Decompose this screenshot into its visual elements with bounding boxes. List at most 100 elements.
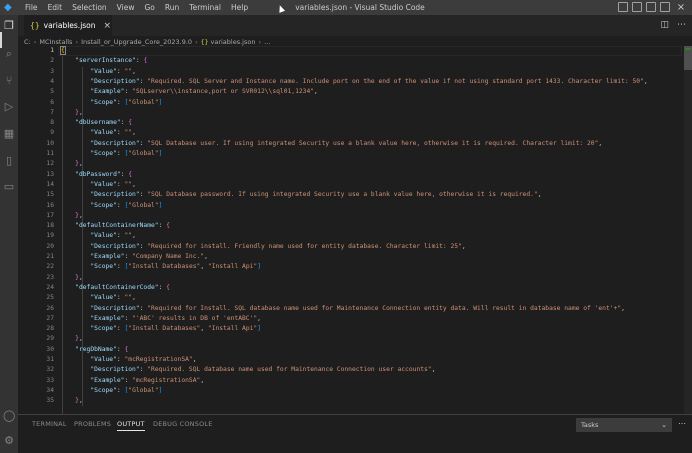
customize-layout-icon[interactable] — [660, 2, 670, 12]
code-line[interactable]: "serverInstance": { — [60, 56, 147, 66]
code-line[interactable]: "Scope": ["Install Databases", "Install … — [60, 324, 261, 334]
code-line[interactable]: "Description": "Required for install. Fr… — [60, 242, 466, 252]
settings-gear-icon[interactable]: ⚙ — [3, 435, 15, 447]
code-line[interactable]: "Scope": ["Global"] — [60, 98, 162, 108]
code-line[interactable]: "Value": "", — [60, 180, 136, 190]
code-line[interactable]: "Description": "SQL Database user. If us… — [60, 139, 602, 149]
extensions-icon[interactable]: ▦ — [3, 128, 15, 140]
punctuation: : — [124, 253, 133, 260]
menu-edit[interactable]: Edit — [43, 0, 68, 15]
punctuation: , — [461, 242, 466, 250]
code-line[interactable]: "Example": "'ABC' results in DB of 'entA… — [60, 314, 261, 324]
output-channel-value: Tasks — [581, 421, 599, 429]
code-line[interactable]: "Description": "SQL Database password. I… — [60, 190, 541, 200]
code-line[interactable]: "dbPassword": { — [60, 170, 132, 180]
bookmark-icon[interactable]: ▯ — [3, 155, 15, 167]
punctuation: , — [192, 356, 197, 363]
code-line[interactable]: }, — [60, 396, 83, 406]
tab-close-icon[interactable]: × — [104, 21, 112, 31]
line-number: 9 — [50, 129, 54, 137]
split-editor-icon[interactable]: ◫ — [660, 20, 669, 30]
punctuation: , — [598, 139, 603, 147]
json-key: "Example" — [90, 88, 125, 96]
code-editor[interactable]: 1 2 3 4 5 6 7 8 9 10 11 12 13 14 15 16 17 18 19 20 21 22 23 24 2… — [18, 46, 692, 414]
tab-variables-json[interactable]: {} variables.json × — [24, 15, 112, 36]
code-line[interactable]: "dbUsername": { — [60, 118, 132, 128]
punctuation: , — [132, 129, 136, 137]
code-line[interactable]: "defaultContainerCode": { — [60, 283, 170, 293]
line-number: 10 — [46, 139, 54, 147]
code-line[interactable]: "Description": "Required for Install. SQ… — [60, 304, 625, 314]
panel-more-icon[interactable]: ⋯ — [678, 419, 686, 428]
explorer-icon[interactable]: ❐ — [3, 20, 15, 32]
code-line[interactable]: "Description": "Required. SQL database n… — [60, 365, 435, 375]
code-line[interactable]: { — [60, 46, 66, 56]
code-line[interactable]: "Scope": ["Global"] — [60, 149, 162, 159]
panel-tab-output[interactable]: OUTPUT — [117, 420, 145, 431]
vertical-scrollbar[interactable] — [684, 46, 692, 414]
output-channel-select[interactable]: Tasks ⌄ — [576, 418, 672, 432]
code-line[interactable]: "Example": "SQLserver\\instance,port or … — [60, 87, 318, 97]
code-line[interactable]: "Scope": ["Global"] — [60, 386, 162, 396]
code-line[interactable]: "Value": "", — [60, 231, 136, 241]
breadcrumb-folder-install[interactable]: Install_or_Upgrade_Core_2023.9.0 — [81, 38, 192, 46]
code-line[interactable]: }, — [60, 159, 83, 169]
panel-tab-terminal[interactable]: TERMINAL — [32, 420, 67, 428]
toggle-panel-icon[interactable] — [632, 2, 642, 12]
code-line[interactable]: "Scope": ["Global"] — [60, 201, 162, 211]
breadcrumb-drive[interactable]: C: — [24, 38, 31, 46]
toggle-secondary-sidebar-icon[interactable] — [646, 2, 656, 12]
code-line[interactable]: "Value": "", — [60, 293, 136, 303]
json-key: "Example" — [90, 314, 125, 322]
close-bracket: ] — [158, 386, 163, 394]
punctuation: , — [78, 335, 83, 343]
json-string-value: "Install Api" — [207, 325, 258, 333]
punctuation: , — [132, 180, 136, 188]
window-close-icon[interactable]: × — [674, 0, 688, 15]
account-icon[interactable]: ◯ — [3, 410, 15, 422]
menu-file[interactable]: File — [20, 0, 43, 15]
code-line[interactable]: }, — [60, 334, 83, 344]
panel-tab-debug-console[interactable]: DEBUG CONSOLE — [153, 420, 213, 428]
code-line[interactable]: }, — [60, 211, 83, 221]
source-control-icon[interactable]: ⑂ — [3, 75, 15, 87]
code-content[interactable]: { "serverInstance": { "Value": "", "Desc… — [60, 46, 692, 414]
search-icon[interactable]: ⌕ — [3, 48, 15, 60]
code-line[interactable]: }, — [60, 108, 83, 118]
json-key: "Value" — [90, 356, 117, 363]
code-line[interactable]: "Value": "", — [60, 67, 136, 77]
code-line[interactable]: "Example": "Company Name Inc.", — [60, 252, 208, 262]
json-string-value: "Required. SQL Server and Instance name.… — [147, 77, 644, 85]
run-debug-icon[interactable]: ▷ — [3, 101, 15, 113]
code-line[interactable]: "Scope": ["Install Databases", "Install … — [60, 262, 261, 272]
panel-tab-problems[interactable]: PROBLEMS — [74, 420, 111, 428]
menu-view[interactable]: View — [112, 0, 140, 15]
menu-selection[interactable]: Selection — [67, 0, 112, 15]
code-line[interactable]: "Value": "mcRegistrationSA", — [60, 355, 197, 365]
line-number: 7 — [50, 108, 54, 116]
menu-terminal[interactable]: Terminal — [184, 0, 226, 15]
code-line[interactable]: "Value": "", — [60, 128, 136, 138]
remote-explorer-icon[interactable]: ▭ — [3, 181, 15, 193]
bottom-panel: TERMINAL PROBLEMS OUTPUT DEBUG CONSOLE T… — [18, 414, 692, 453]
json-key: "Scope" — [90, 150, 117, 157]
menu-run[interactable]: Run — [160, 0, 184, 15]
code-line[interactable]: "regDbName": { — [60, 345, 128, 355]
line-number: 20 — [46, 242, 54, 250]
punctuation: , — [200, 376, 205, 384]
code-line[interactable]: }, — [60, 273, 83, 283]
toggle-sidebar-icon[interactable] — [618, 2, 628, 12]
breadcrumb-file[interactable]: variables.json — [211, 38, 256, 46]
json-string-value: "" — [124, 232, 133, 240]
more-actions-icon[interactable]: ⋯ — [677, 20, 686, 30]
line-number: 33 — [46, 376, 54, 384]
breadcrumb-symbol[interactable]: ... — [264, 38, 270, 46]
code-line[interactable]: "defaultContainerName": { — [60, 221, 170, 231]
breadcrumb-folder-mcinstalls[interactable]: MCInstalls — [39, 38, 72, 46]
menu-help[interactable]: Help — [226, 0, 253, 15]
code-line[interactable]: "Description": "Required. SQL Server and… — [60, 77, 647, 87]
menu-go[interactable]: Go — [139, 0, 159, 15]
code-line[interactable]: "Example": "mcRegistrationSA", — [60, 376, 204, 386]
open-brace: { — [60, 46, 66, 55]
line-number: 26 — [46, 304, 54, 312]
